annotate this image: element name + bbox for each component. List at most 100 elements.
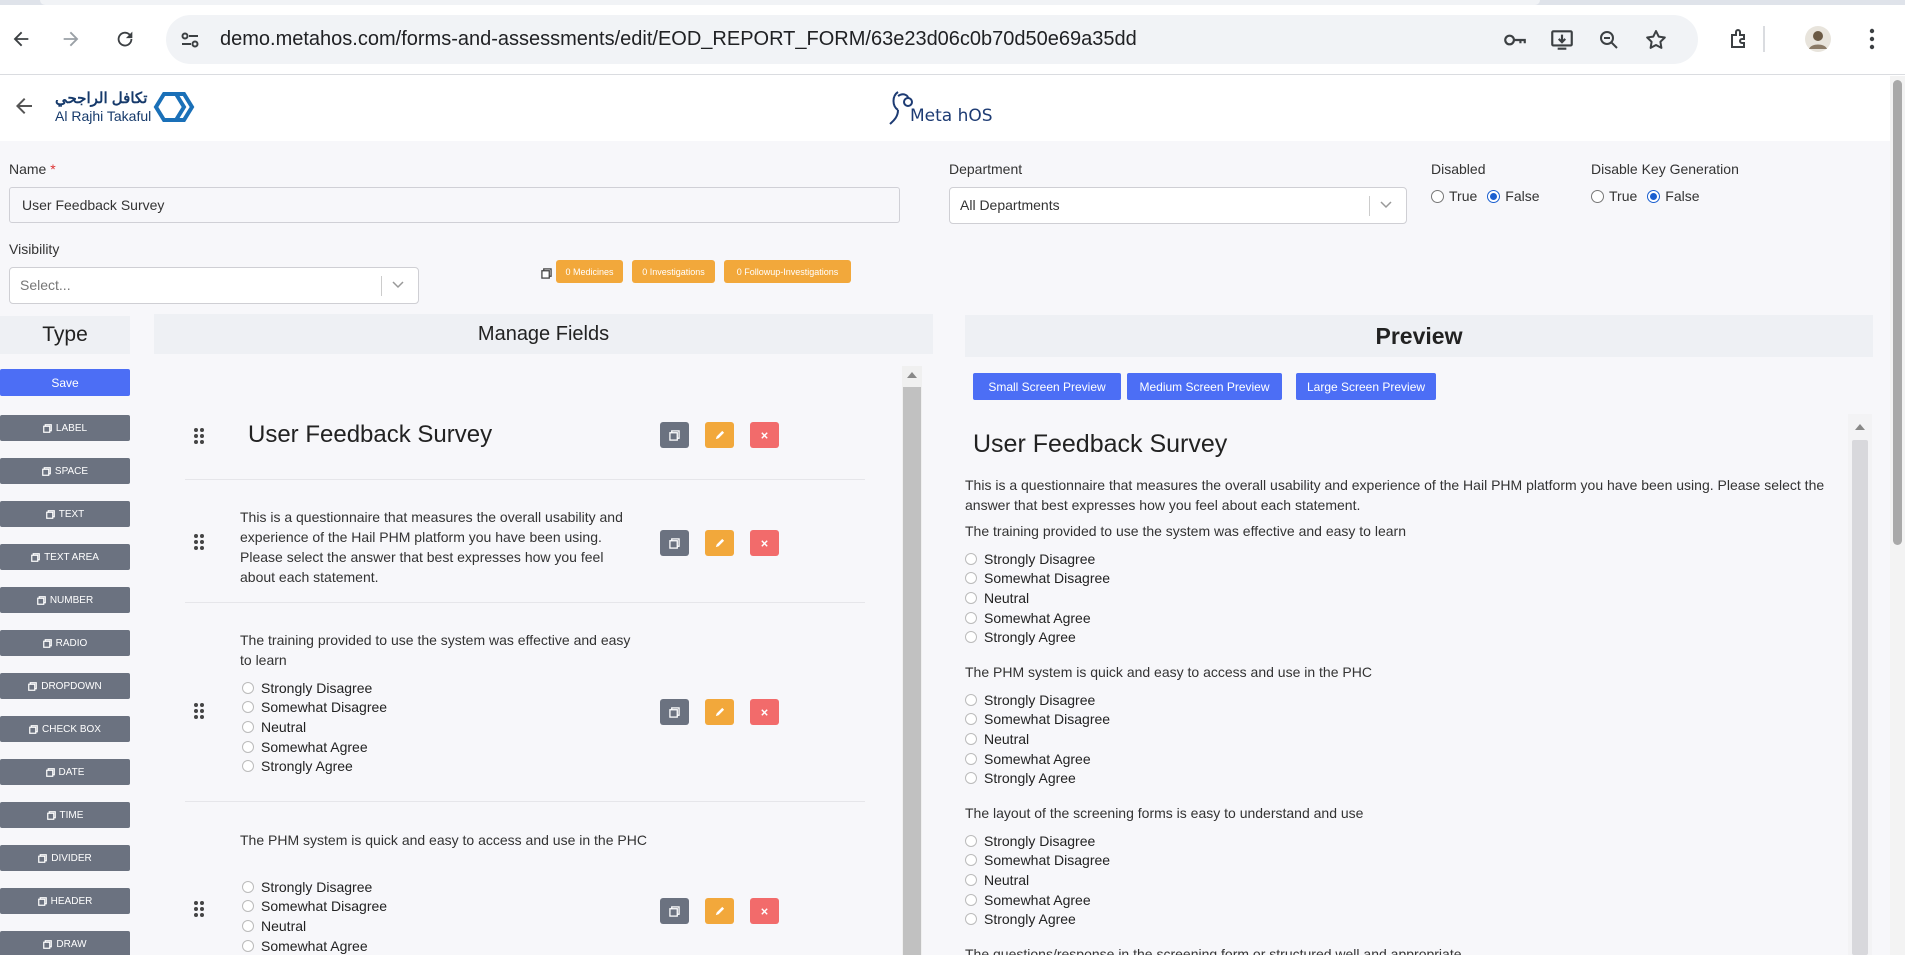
back-icon[interactable] [6, 24, 36, 54]
chevron-down-icon[interactable] [1378, 196, 1396, 214]
delete-field-button[interactable] [750, 530, 779, 556]
radio-option[interactable]: Strongly Disagree [965, 831, 1110, 851]
field-row-description[interactable]: This is a questionnaire that measures th… [185, 481, 865, 603]
disabled-false-option[interactable]: False [1487, 188, 1540, 204]
radio-circle[interactable] [965, 693, 977, 706]
type-radio-button[interactable]: RADIO [0, 630, 130, 656]
zoom-icon[interactable] [1596, 27, 1622, 53]
radio-circle[interactable] [965, 732, 977, 745]
type-space-button[interactable]: SPACE [0, 458, 130, 484]
type-header-button[interactable]: HEADER [0, 888, 130, 914]
edit-field-button[interactable] [705, 699, 734, 725]
duplicate-field-button[interactable] [660, 699, 689, 725]
reload-icon[interactable] [110, 24, 140, 54]
radio-option[interactable]: Strongly Disagree [965, 549, 1110, 569]
radio-circle[interactable] [965, 913, 977, 926]
duplicate-field-button[interactable] [660, 422, 689, 448]
browser-menu-icon[interactable] [1857, 24, 1887, 54]
radio-circle[interactable] [242, 919, 254, 932]
radio-option[interactable]: Strongly Agree [965, 627, 1110, 647]
forward-icon[interactable] [56, 24, 86, 54]
radio-circle[interactable] [965, 854, 977, 867]
radio-circle[interactable] [242, 720, 254, 733]
edit-field-button[interactable] [705, 422, 734, 448]
drag-handle-icon[interactable] [193, 533, 205, 551]
type-time-button[interactable]: TIME [0, 802, 130, 828]
radio-circle[interactable] [965, 834, 977, 847]
field-row-question-1[interactable]: The training provided to use the system … [185, 604, 865, 802]
radio-circle[interactable] [965, 611, 977, 624]
radio-circle[interactable] [242, 939, 254, 952]
extensions-icon[interactable] [1724, 24, 1754, 54]
followup-investigations-chip[interactable]: 0 Followup-Investigations [724, 260, 851, 283]
radio-option[interactable]: Somewhat Disagree [965, 569, 1110, 589]
radio-option[interactable]: Neutral [965, 870, 1110, 890]
radio-circle[interactable] [965, 772, 977, 785]
radio-circle[interactable] [242, 701, 254, 714]
department-select[interactable]: All Departments [949, 187, 1407, 224]
page-scrollbar[interactable] [1890, 76, 1905, 955]
radio-circle[interactable] [242, 681, 254, 694]
radio-circle[interactable] [965, 752, 977, 765]
type-text-button[interactable]: TEXT [0, 501, 130, 527]
type-number-button[interactable]: NUMBER [0, 587, 130, 613]
install-app-icon[interactable] [1549, 27, 1575, 53]
type-dropdown-button[interactable]: DROPDOWN [0, 673, 130, 699]
radio-circle[interactable] [242, 740, 254, 753]
radio-circle[interactable] [965, 873, 977, 886]
type-text-area-button[interactable]: TEXT AREA [0, 544, 130, 570]
preview-scrollbar[interactable] [1848, 414, 1872, 955]
medium-screen-preview-button[interactable]: Medium Screen Preview [1127, 373, 1282, 400]
edit-field-button[interactable] [705, 898, 734, 924]
radio-option[interactable]: Somewhat Disagree [965, 851, 1110, 871]
radio-option[interactable]: Somewhat Agree [242, 936, 387, 955]
name-input[interactable]: User Feedback Survey [9, 187, 900, 223]
field-row-title[interactable]: User Feedback Survey [185, 384, 865, 480]
disable-key-false-option[interactable]: False [1647, 188, 1700, 204]
scrollbar-thumb[interactable] [903, 387, 921, 955]
radio-circle[interactable] [965, 591, 977, 604]
radio-circle[interactable] [965, 572, 977, 585]
investigations-chip[interactable]: 0 Investigations [632, 260, 715, 283]
radio-option[interactable]: Strongly Agree [965, 909, 1110, 929]
large-screen-preview-button[interactable]: Large Screen Preview [1296, 373, 1436, 400]
delete-field-button[interactable] [750, 422, 779, 448]
radio-option[interactable]: Somewhat Disagree [965, 710, 1110, 730]
back-arrow-icon[interactable] [12, 94, 40, 122]
radio-option[interactable]: Strongly Disagree [242, 877, 387, 897]
scrollbar-thumb[interactable] [1893, 80, 1902, 545]
radio-circle[interactable] [965, 631, 977, 644]
radio-circle[interactable] [965, 552, 977, 565]
visibility-select[interactable]: Select... [9, 267, 419, 304]
radio-circle[interactable] [965, 893, 977, 906]
copy-icon[interactable] [541, 266, 552, 279]
password-key-icon[interactable] [1502, 27, 1528, 53]
radio-option[interactable]: Somewhat Disagree [242, 897, 387, 917]
drag-handle-icon[interactable] [193, 702, 205, 720]
radio-option[interactable]: Somewhat Agree [965, 608, 1110, 628]
radio-option[interactable]: Somewhat Disagree [242, 698, 387, 718]
radio-option[interactable]: Neutral [242, 717, 387, 737]
profile-avatar[interactable] [1803, 24, 1833, 54]
radio-option[interactable]: Somewhat Agree [965, 890, 1110, 910]
active-tab[interactable] [40, 0, 1540, 5]
radio-option[interactable]: Strongly Disagree [242, 678, 387, 698]
type-date-button[interactable]: DATE [0, 759, 130, 785]
radio-circle[interactable] [1591, 189, 1604, 203]
chevron-down-icon[interactable] [390, 276, 408, 294]
delete-field-button[interactable] [750, 898, 779, 924]
radio-option[interactable]: Strongly Agree [242, 756, 387, 776]
type-check-box-button[interactable]: CHECK BOX [0, 716, 130, 742]
radio-circle[interactable] [242, 760, 254, 773]
disable-key-true-option[interactable]: True [1591, 188, 1637, 204]
site-settings-icon[interactable] [178, 28, 202, 52]
delete-field-button[interactable] [750, 699, 779, 725]
scrollbar-thumb[interactable] [1852, 440, 1868, 955]
radio-option[interactable]: Neutral [965, 729, 1110, 749]
radio-circle[interactable] [242, 900, 254, 913]
address-bar[interactable]: demo.metahos.com/forms-and-assessments/e… [166, 15, 1698, 64]
radio-circle[interactable] [1431, 189, 1444, 203]
url-text[interactable]: demo.metahos.com/forms-and-assessments/e… [220, 28, 1137, 51]
type-divider-button[interactable]: DIVIDER [0, 845, 130, 871]
type-draw-button[interactable]: DRAW [0, 931, 130, 955]
